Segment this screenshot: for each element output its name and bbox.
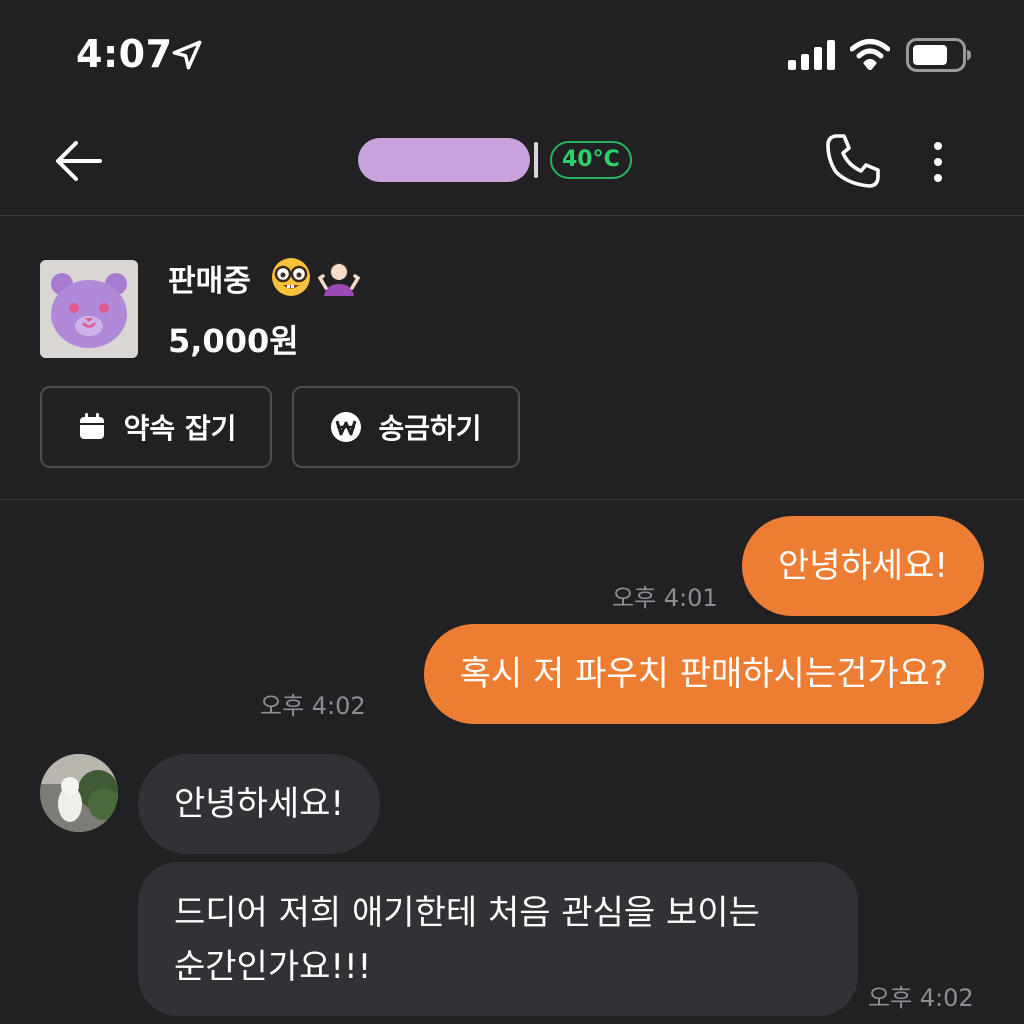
send-money-button[interactable]: 송금하기 [292,386,520,468]
send-money-label: 송금하기 [378,412,482,445]
their-message-bubble[interactable]: 안녕하세요! [138,754,381,854]
bear-pouch-image [40,260,138,358]
more-vertical-icon[interactable] [922,138,954,186]
message-text-line: 순간인가요!!! [174,947,372,987]
message-time: 오후 4:02 [868,984,974,1012]
redacted-seller-name [358,138,530,182]
person-shrugging-emoji [318,262,360,296]
product-summary: 판매중 5,000원 약속 잡기 송금하기 [0,216,1024,500]
battery-icon [906,38,971,72]
status-bar: 4:07 [0,0,1024,110]
nerd-face-emoji [272,258,310,296]
manner-temperature-badge: 40°C [550,141,632,179]
seller-avatar[interactable] [40,754,118,832]
phone-icon[interactable] [824,132,882,190]
make-appointment-label: 약속 잡기 [123,412,237,445]
sale-status: 판매중 [168,264,251,299]
message-text-line: 드디어 저희 애기한테 처음 관심을 보이는 [174,893,760,933]
my-message-bubble[interactable]: 안녕하세요! [741,516,984,616]
avatar-photo [40,754,118,832]
wifi-icon [850,39,890,70]
product-price: 5,000원 [168,322,299,360]
calendar-icon [79,413,104,439]
signal-icon [788,40,835,70]
my-message-bubble[interactable]: 혹시 저 파우치 판매하시는건가요? [423,624,984,724]
name-divider [534,142,538,178]
their-message-bubble[interactable]: 드디어 저희 애기한테 처음 관심을 보이는 순간인가요!!! [138,862,858,1016]
arrow-left-icon[interactable] [50,136,106,186]
status-emojis [270,256,360,298]
chat-header: 40°C [0,110,1024,216]
message-time: 오후 4:02 [260,692,366,720]
make-appointment-button[interactable]: 약속 잡기 [40,386,272,468]
location-arrow-icon [172,40,202,70]
seller-name-area[interactable]: 40°C [358,132,632,188]
message-text: 안녕하세요! [174,784,345,824]
message-text: 혹시 저 파우치 판매하시는건가요? [459,654,948,694]
message-text: 안녕하세요! [777,546,948,586]
won-coin-icon [331,412,362,442]
message-time: 오후 4:01 [612,584,718,612]
product-thumbnail[interactable] [40,260,138,358]
status-time: 4:07 [76,32,173,76]
